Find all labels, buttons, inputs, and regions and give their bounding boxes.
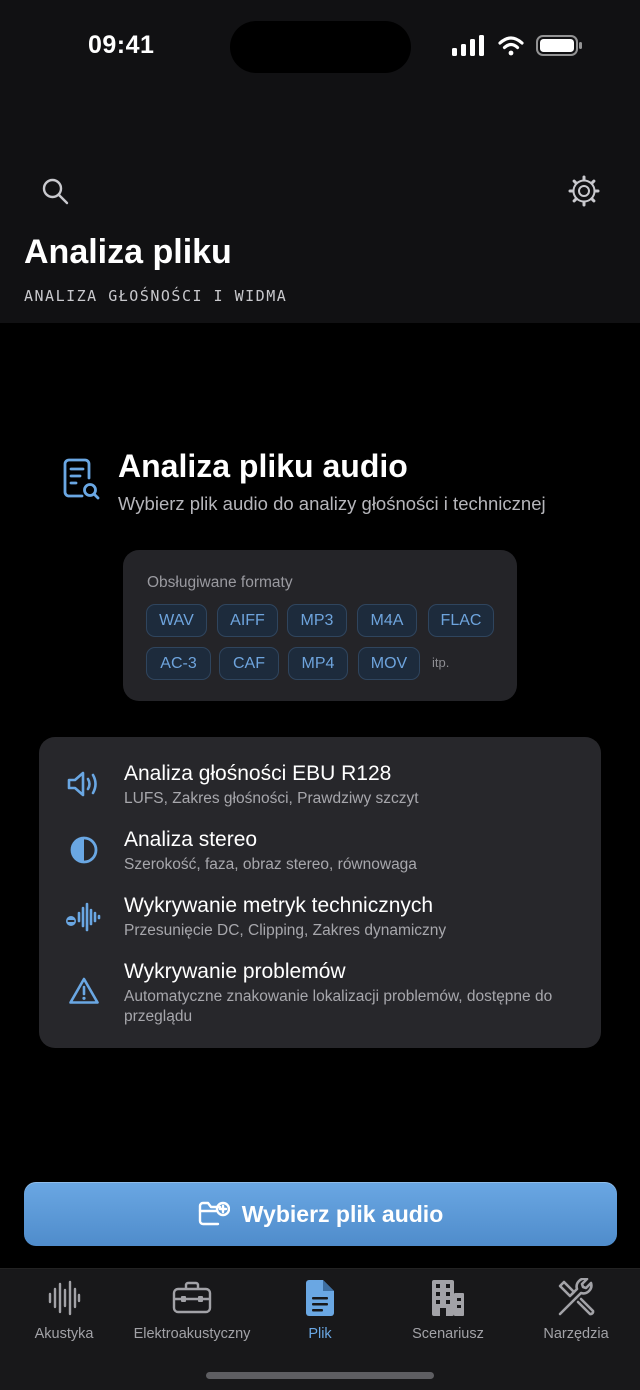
search-icon	[42, 178, 69, 205]
choose-audio-file-label: Wybierz plik audio	[241, 1200, 444, 1227]
format-chip: MOV	[358, 647, 420, 680]
feature-title: Wykrywanie problemów	[124, 960, 346, 983]
tab-narzedzia[interactable]: Narzędzia	[512, 1277, 640, 1347]
feature-title: Wykrywanie metryk technicznych	[124, 894, 434, 917]
wifi-icon	[498, 36, 524, 56]
gear-icon	[568, 175, 600, 207]
dynamic-island	[230, 21, 411, 73]
format-chip: MP3	[287, 604, 347, 637]
feature-description: Automatyczne znakowanie lokalizacji prob…	[124, 988, 553, 1025]
features-card: Analiza głośności EBU R128 LUFS, Zakres …	[39, 737, 601, 1048]
format-chip: AC-3	[146, 647, 211, 680]
tab-akustyka[interactable]: Akustyka	[0, 1277, 128, 1347]
document-icon	[306, 1280, 334, 1316]
choose-audio-file-button[interactable]: Wybierz plik audio	[24, 1182, 617, 1246]
format-chip: MP4	[288, 647, 348, 680]
feature-description: LUFS, Zakres głośności, Prawdziwy szczyt	[124, 790, 419, 807]
tab-label: Akustyka	[34, 1326, 94, 1342]
page-subtitle: ANALIZA GŁOŚNOŚCI I WIDMA	[24, 287, 288, 305]
signal-icon	[452, 35, 484, 56]
waveform-icon	[48, 1280, 81, 1316]
tab-label: Scenariusz	[412, 1326, 484, 1342]
tab-plik[interactable]: Plik	[256, 1277, 384, 1347]
format-chip: WAV	[146, 604, 207, 637]
status-icons	[452, 34, 582, 65]
folder-add-icon	[198, 1201, 230, 1226]
building-icon	[432, 1280, 464, 1316]
tab-label: Narzędzia	[543, 1326, 609, 1342]
half-circle-icon	[65, 831, 103, 869]
hero-subtitle: Wybierz plik audio do analizy głośności …	[118, 493, 546, 514]
search-button[interactable]	[35, 171, 75, 211]
tab-label: Elektroakustyczny	[133, 1326, 251, 1342]
battery-icon	[536, 35, 582, 56]
feature-description: Szerokość, faza, obraz stereo, równowaga	[124, 856, 417, 873]
tab-label: Plik	[308, 1326, 332, 1342]
format-chip: M4A	[357, 604, 417, 637]
formats-label: Obsługiwane formaty	[147, 574, 293, 591]
document-search-icon	[60, 456, 102, 507]
format-chip: AIFF	[217, 604, 278, 637]
home-indicator	[206, 1372, 434, 1379]
formats-card: Obsługiwane formaty WAV AIFF MP3 M4A FLA…	[123, 550, 517, 701]
formats-etc: itp.	[432, 655, 450, 670]
warning-icon	[65, 972, 103, 1010]
tab-bar: Akustyka Elektroakustyczny Plik Scenariu…	[0, 1268, 640, 1390]
format-chip: FLAC	[428, 604, 494, 637]
feature-title: Analiza głośności EBU R128	[124, 762, 392, 785]
tools-icon	[558, 1278, 595, 1316]
page-title: Analiza pliku	[24, 233, 232, 271]
format-chip: CAF	[219, 647, 279, 680]
tab-scenariusz[interactable]: Scenariusz	[384, 1277, 512, 1347]
tab-elektroakustyczny[interactable]: Elektroakustyczny	[128, 1277, 256, 1347]
feature-title: Analiza stereo	[124, 828, 258, 851]
settings-button[interactable]	[564, 171, 604, 211]
status-bar: 09:41	[0, 0, 640, 95]
hero-title: Analiza pliku audio	[118, 448, 408, 484]
waveform-icon	[65, 898, 103, 936]
toolbox-icon	[172, 1281, 212, 1314]
status-time: 09:41	[88, 31, 155, 59]
feature-description: Przesunięcie DC, Clipping, Zakres dynami…	[124, 922, 447, 939]
speaker-icon	[65, 765, 103, 803]
